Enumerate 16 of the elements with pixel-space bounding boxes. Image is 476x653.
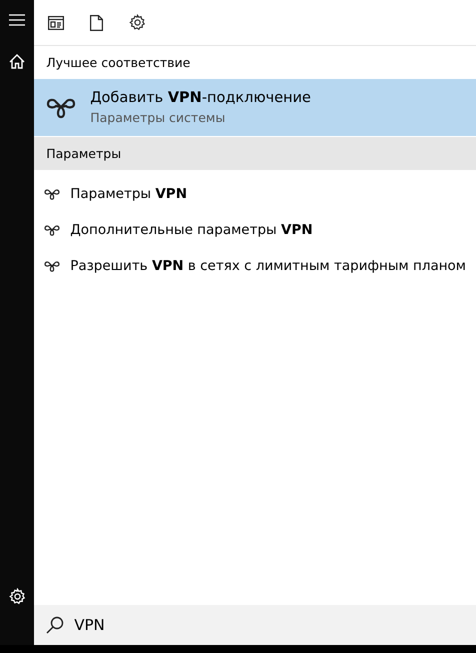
search-box[interactable]: VPN: [34, 605, 476, 645]
menu-icon[interactable]: [9, 14, 26, 26]
settings-icon[interactable]: [129, 14, 146, 31]
result-title: Добавить VPN-подключение: [90, 90, 311, 106]
search-icon: [46, 616, 64, 634]
result-subtitle: Параметры системы: [90, 110, 226, 125]
network-knot-icon: [44, 188, 60, 200]
network-knot-icon: [44, 224, 60, 236]
best-match-item[interactable]: Добавить VPN-подключение Параметры системы: [34, 79, 476, 136]
section-heading: Лучшее соответствие: [45, 54, 192, 72]
app-window-icon[interactable]: [48, 16, 64, 30]
search-field[interactable]: VPN: [74, 616, 374, 634]
network-knot-icon: [44, 260, 60, 272]
home-icon[interactable]: [9, 54, 26, 69]
document-icon[interactable]: [90, 14, 104, 30]
section-heading: Параметры: [34, 137, 476, 170]
